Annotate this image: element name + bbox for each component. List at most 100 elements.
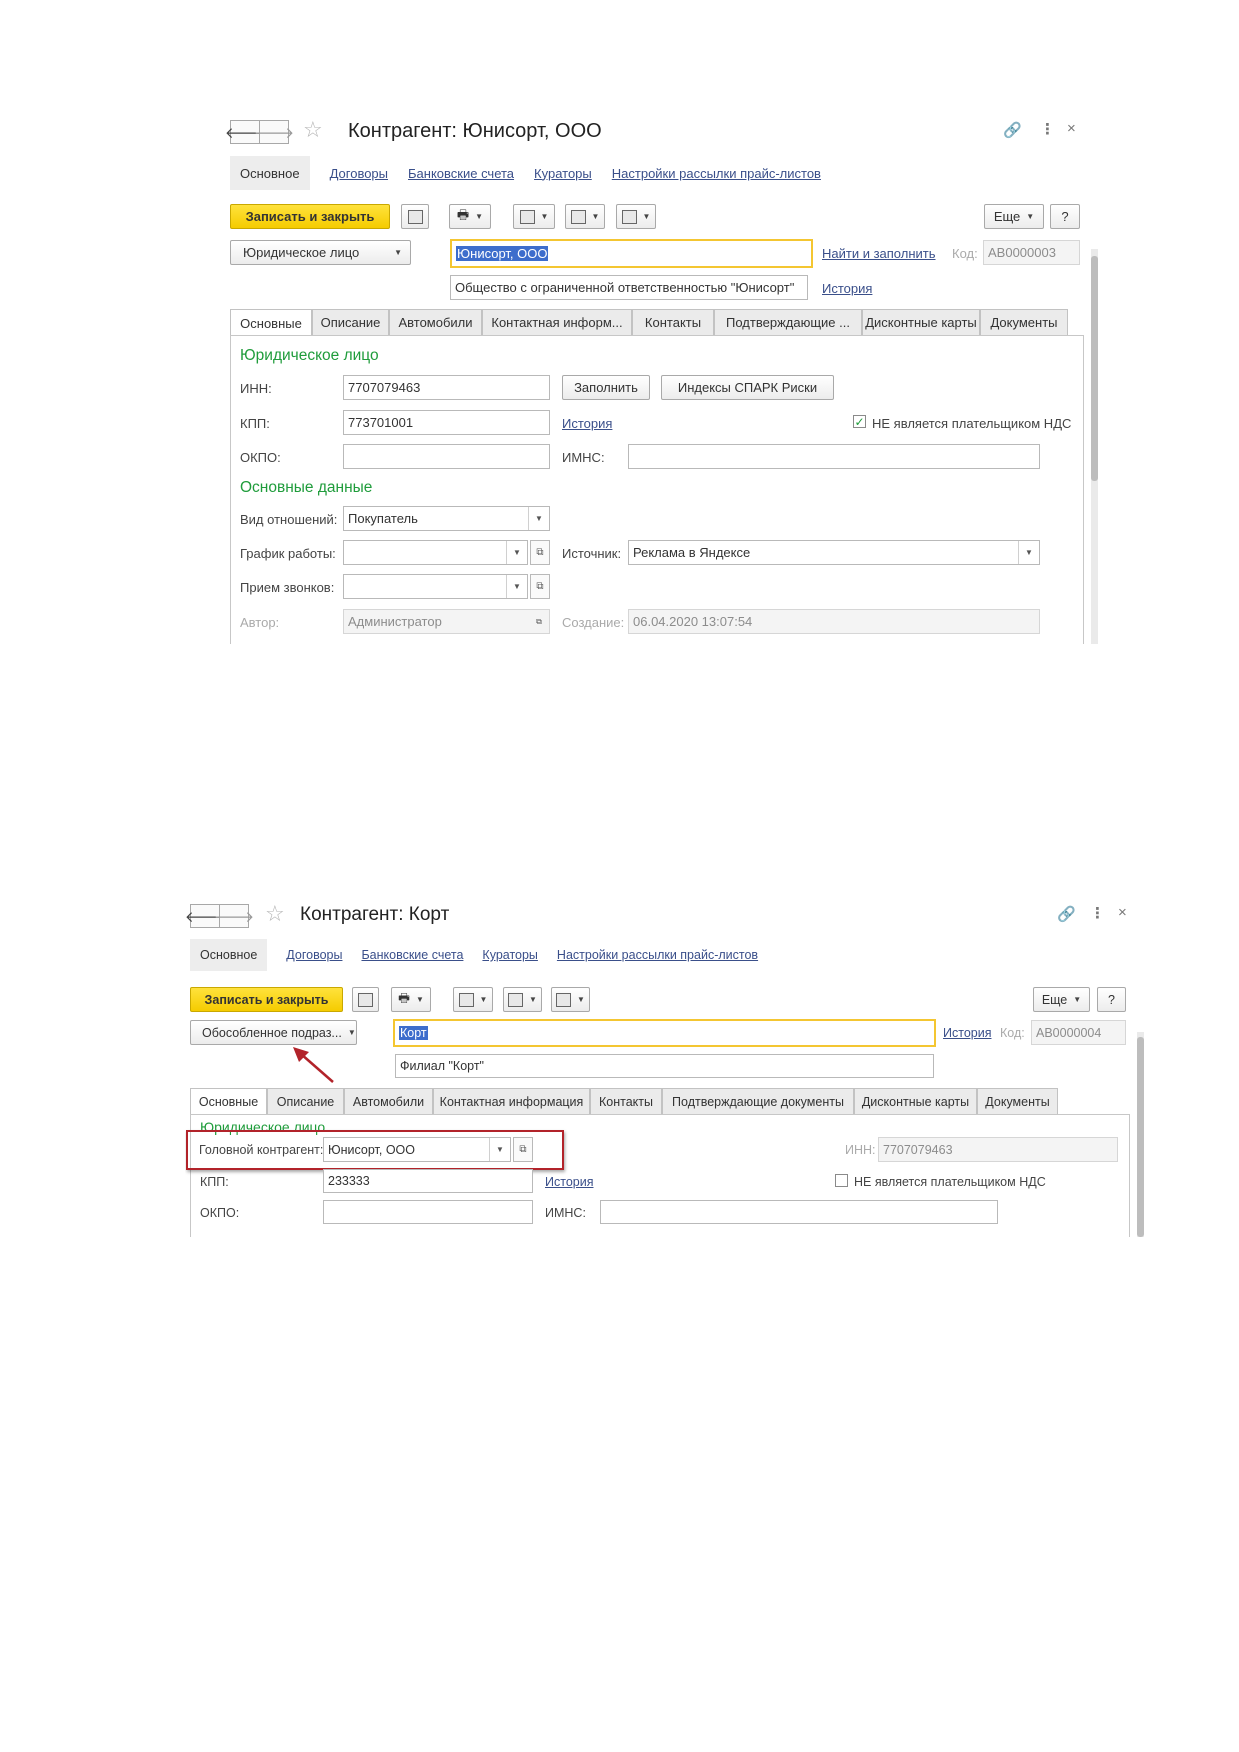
open-icon: ⧉ <box>536 547 544 558</box>
checkmark-icon: ✓ <box>854 414 865 429</box>
tab-documents[interactable]: Документы <box>977 1088 1058 1114</box>
history-link[interactable]: История <box>943 1026 991 1040</box>
nav-bank-accounts[interactable]: Банковские счета <box>361 948 463 962</box>
entity-type-select[interactable]: Юридическое лицо ▼ <box>230 240 411 265</box>
nav-contracts[interactable]: Договоры <box>286 948 342 962</box>
print-button[interactable]: 🖶 ▼ <box>449 204 491 229</box>
tab-contacts[interactable]: Контакты <box>632 309 714 335</box>
scrollbar-thumb[interactable] <box>1091 256 1098 481</box>
name-input[interactable]: Корт <box>393 1019 936 1047</box>
tab-contact-info[interactable]: Контактная информ... <box>482 309 632 335</box>
chevron-down-icon: ▼ <box>347 1028 356 1037</box>
imns-input[interactable] <box>628 444 1040 469</box>
nav-curators[interactable]: Кураторы <box>534 166 592 181</box>
schedule-select[interactable]: ▼ <box>343 540 528 565</box>
create-based-button[interactable]: ▼ <box>453 987 493 1012</box>
tab-description[interactable]: Описание <box>267 1088 344 1114</box>
more-vertical-icon[interactable]: ⋮ <box>1040 120 1055 138</box>
tab-main[interactable]: Основные <box>190 1088 267 1115</box>
tab-confirming-docs[interactable]: Подтверждающие ... <box>714 309 862 335</box>
full-name-input[interactable]: Общество с ограниченной ответственностью… <box>450 275 808 300</box>
inn-input[interactable]: 7707079463 <box>343 375 550 400</box>
chevron-down-icon[interactable]: ▼ <box>506 541 527 564</box>
link-icon[interactable]: 🔗 <box>1057 905 1076 923</box>
nav-curators[interactable]: Кураторы <box>482 948 538 962</box>
tab-discount-cards[interactable]: Дисконтные карты <box>854 1088 977 1114</box>
kpp-label: КПП: <box>240 416 270 431</box>
calls-select[interactable]: ▼ <box>343 574 528 599</box>
help-button[interactable]: ? <box>1050 204 1080 229</box>
tab-bar: Основные Описание Автомобили Контактная … <box>230 309 1068 336</box>
save-button[interactable] <box>352 987 379 1012</box>
forward-button[interactable]: 🡒 <box>254 120 294 144</box>
kpp-input[interactable]: 233333 <box>323 1169 533 1193</box>
more-button[interactable]: Еще ▼ <box>1033 987 1090 1012</box>
nav-bank-accounts[interactable]: Банковские счета <box>408 166 514 181</box>
fill-button[interactable]: Заполнить <box>562 375 650 400</box>
chevron-down-icon[interactable]: ▼ <box>528 507 549 530</box>
nav-price-mailing[interactable]: Настройки рассылки прайс-листов <box>557 948 758 962</box>
print-button[interactable]: 🖶 ▼ <box>391 987 431 1012</box>
close-icon[interactable]: × <box>1067 120 1076 137</box>
okpo-input[interactable] <box>343 444 550 469</box>
create-based-button[interactable]: ▼ <box>513 204 555 229</box>
find-fill-link[interactable]: Найти и заполнить <box>822 246 936 261</box>
tab-contact-info[interactable]: Контактная информация <box>433 1088 590 1114</box>
tab-discount-cards[interactable]: Дисконтные карты <box>862 309 980 335</box>
okpo-input[interactable] <box>323 1200 533 1224</box>
favorite-star-icon[interactable]: ☆ <box>303 117 323 143</box>
nav-main[interactable]: Основное <box>190 939 268 971</box>
reports-button[interactable]: ▼ <box>551 987 590 1012</box>
open-parent-button[interactable]: ⧉ <box>513 1137 533 1162</box>
page-title: Контрагент: Юнисорт, ООО <box>348 120 602 142</box>
vat-checkbox[interactable]: ✓ <box>853 414 866 429</box>
nav-contracts[interactable]: Договоры <box>330 166 388 181</box>
full-name-input[interactable]: Филиал "Корт" <box>395 1054 934 1078</box>
imns-input[interactable] <box>600 1200 998 1224</box>
tab-cars[interactable]: Автомобили <box>344 1088 433 1114</box>
more-vertical-icon[interactable]: ⋮ <box>1090 904 1105 922</box>
chevron-down-icon[interactable]: ▼ <box>1018 541 1039 564</box>
kpp-history-link[interactable]: История <box>545 1175 593 1189</box>
form-scrollbar[interactable] <box>1137 1032 1144 1237</box>
open-schedule-button[interactable]: ⧉ <box>530 540 550 565</box>
link-icon[interactable]: 🔗 <box>1003 121 1022 139</box>
spark-risks-button[interactable]: Индексы СПАРК Риски <box>661 375 834 400</box>
created-label: Создание: <box>562 615 625 630</box>
save-close-button[interactable]: Записать и закрыть <box>190 987 343 1012</box>
chevron-down-icon[interactable]: ▼ <box>489 1138 510 1161</box>
relation-select[interactable]: Покупатель ▼ <box>343 506 550 531</box>
documents-button[interactable]: ▼ <box>565 204 605 229</box>
history-link[interactable]: История <box>822 281 872 296</box>
tab-description[interactable]: Описание <box>312 309 389 335</box>
documents-button[interactable]: ▼ <box>503 987 542 1012</box>
vat-checkbox[interactable] <box>835 1174 848 1187</box>
save-button[interactable] <box>401 204 429 229</box>
parent-select[interactable]: Юнисорт, ООО ▼ <box>323 1137 511 1162</box>
chevron-down-icon[interactable]: ▼ <box>506 575 527 598</box>
entity-type-select[interactable]: Обособленное подраз... ▼ <box>190 1020 357 1045</box>
forward-button[interactable]: 🡒 <box>214 904 254 928</box>
scrollbar-thumb[interactable] <box>1137 1037 1144 1237</box>
tab-documents[interactable]: Документы <box>980 309 1068 335</box>
tab-cars[interactable]: Автомобили <box>389 309 482 335</box>
form-scrollbar[interactable] <box>1091 249 1098 644</box>
reports-button[interactable]: ▼ <box>616 204 656 229</box>
kpp-input[interactable]: 773701001 <box>343 410 550 435</box>
counterparty-form-unisort: 🡐 🡒 ☆ Контрагент: Юнисорт, ООО 🔗 ⋮ × Осн… <box>225 112 1105 644</box>
source-select[interactable]: Реклама в Яндексе ▼ <box>628 540 1040 565</box>
save-close-button[interactable]: Записать и закрыть <box>230 204 390 229</box>
report-icon <box>621 209 637 224</box>
tab-confirming-docs[interactable]: Подтверждающие документы <box>662 1088 854 1114</box>
favorite-star-icon[interactable]: ☆ <box>265 901 285 927</box>
nav-price-mailing[interactable]: Настройки рассылки прайс-листов <box>612 166 821 181</box>
close-icon[interactable]: × <box>1118 904 1127 921</box>
name-input[interactable]: Юнисорт, ООО <box>450 239 813 268</box>
kpp-history-link[interactable]: История <box>562 416 612 431</box>
tab-main[interactable]: Основные <box>230 309 312 336</box>
open-calls-button[interactable]: ⧉ <box>530 574 550 599</box>
nav-main[interactable]: Основное <box>230 156 310 190</box>
help-button[interactable]: ? <box>1097 987 1126 1012</box>
tab-contacts[interactable]: Контакты <box>590 1088 662 1114</box>
more-button[interactable]: Еще ▼ <box>984 204 1044 229</box>
